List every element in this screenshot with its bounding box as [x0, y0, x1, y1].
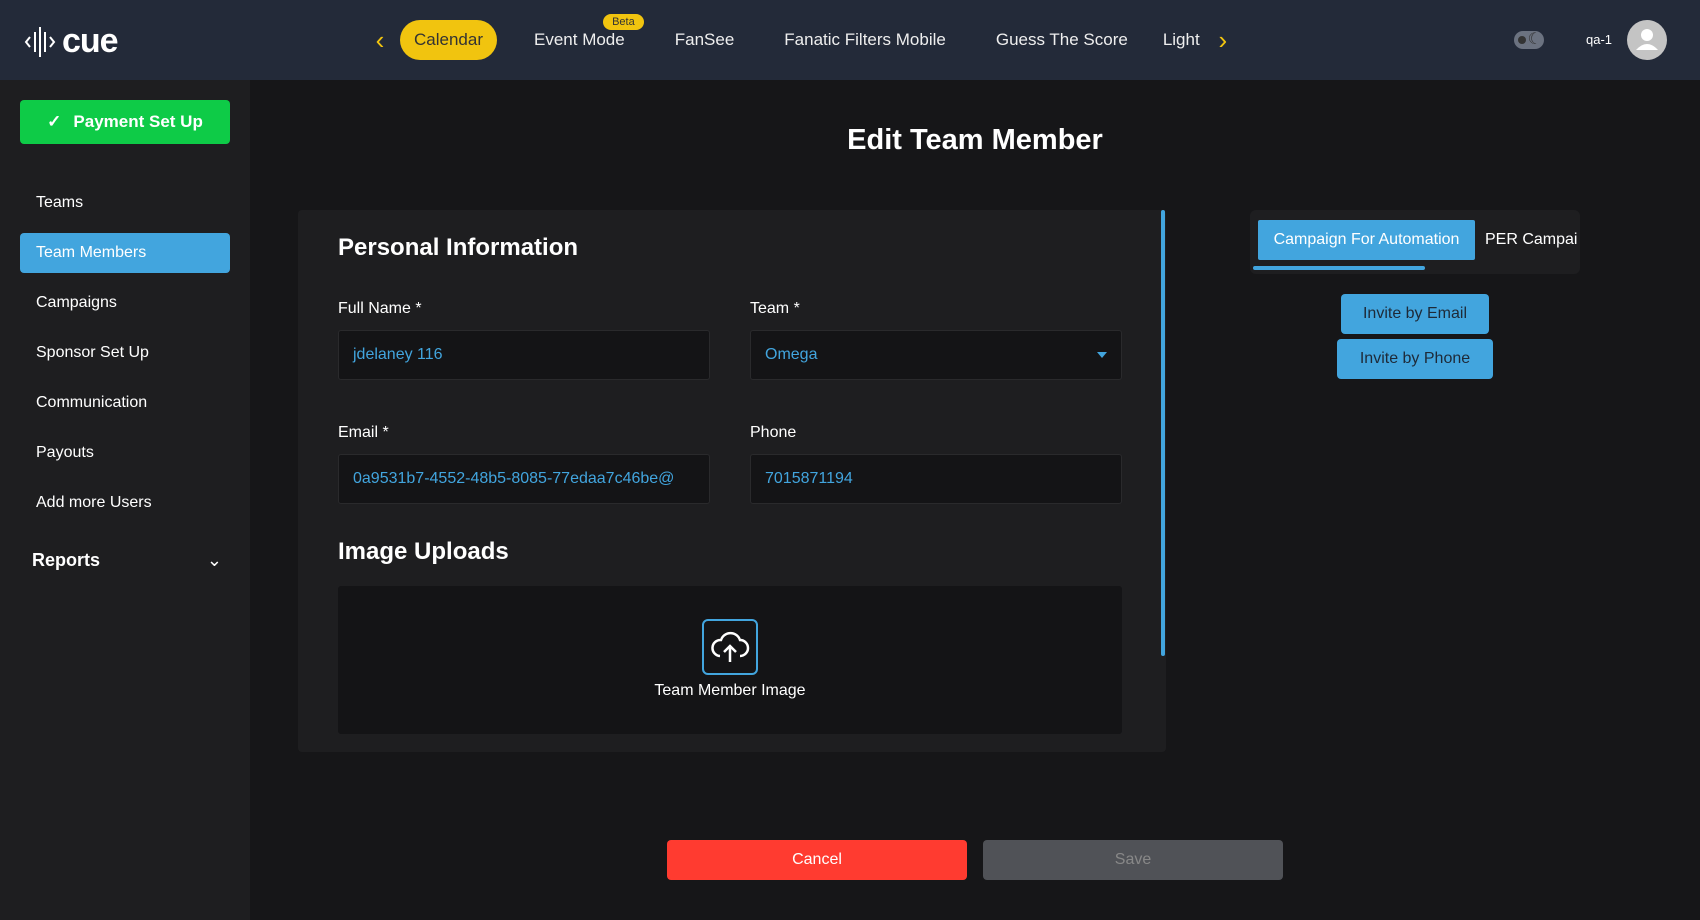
cloud-upload-icon [702, 619, 758, 675]
team-value: Omega [765, 346, 818, 363]
theme-toggle[interactable]: ☾ [1514, 31, 1544, 49]
cue-logo[interactable]: cue [24, 22, 119, 61]
user-icon [1636, 29, 1658, 50]
tab-indicator [1253, 266, 1425, 270]
cancel-button[interactable]: Cancel [667, 840, 967, 880]
tab-guess-the-score[interactable]: Guess The Score [971, 20, 1153, 60]
top-header: cue ‹ Calendar Event Mode Beta FanSee Fan… [0, 0, 1700, 80]
campaign-tabs: Campaign For Automation PER Campai [1250, 210, 1580, 274]
logo-text: cue [62, 22, 119, 60]
avatar[interactable] [1627, 20, 1667, 60]
tab-fansee[interactable]: FanSee [650, 20, 760, 60]
scrollbar[interactable] [1161, 210, 1165, 656]
sidebar-item-team-members[interactable]: Team Members [20, 233, 230, 273]
personal-info-card: Personal Information Full Name * jdelane… [298, 210, 1166, 752]
team-select[interactable]: Omega [750, 330, 1122, 380]
tab-event-mode[interactable]: Event Mode Beta [509, 14, 650, 60]
reports-label: Reports [32, 550, 101, 570]
image-uploads-heading: Image Uploads [338, 538, 509, 565]
personal-info-heading: Personal Information [338, 234, 579, 261]
reports-toggle[interactable]: Reports ⌄ [32, 550, 222, 571]
phone-input[interactable]: 7015871194 [750, 454, 1122, 504]
payment-setup-button[interactable]: ✓ Payment Set Up [20, 100, 230, 144]
waveform-icon [24, 26, 56, 57]
chevron-right-icon[interactable]: › [1203, 25, 1243, 56]
full-name-label: Full Name * [338, 300, 422, 317]
sidebar-item-sponsor-set-up[interactable]: Sponsor Set Up [20, 333, 230, 373]
chevron-left-icon[interactable]: ‹ [360, 25, 400, 56]
invite-by-email-button[interactable]: Invite by Email [1341, 294, 1489, 334]
tab-per-campaign[interactable]: PER Campai [1485, 220, 1577, 260]
chevron-down-icon: ⌄ [206, 550, 222, 570]
email-label: Email * [338, 424, 389, 441]
sidebar-item-campaigns[interactable]: Campaigns [20, 283, 230, 323]
caret-down-icon [1097, 352, 1107, 363]
invite-by-phone-button[interactable]: Invite by Phone [1337, 339, 1493, 379]
tab-light[interactable]: Light [1163, 20, 1203, 60]
nav-tabs: ‹ Calendar Event Mode Beta FanSee Fanatic… [360, 14, 1243, 62]
tab-calendar[interactable]: Calendar [400, 20, 497, 60]
check-icon: ✓ [47, 112, 62, 131]
page-title: Edit Team Member [847, 124, 1103, 156]
sidebar-item-add-more-users[interactable]: Add more Users [20, 483, 230, 523]
email-input[interactable]: 0a9531b7-4552-48b5-8085-77edaa7c46be@ [338, 454, 710, 504]
tab-fanatic-filters-mobile[interactable]: Fanatic Filters Mobile [759, 20, 971, 60]
sidebar-item-payouts[interactable]: Payouts [20, 433, 230, 473]
save-button[interactable]: Save [983, 840, 1283, 880]
moon-icon: ☾ [1527, 31, 1542, 48]
username: qa-1 [1586, 32, 1613, 47]
beta-badge: Beta [603, 14, 644, 30]
team-label: Team * [750, 300, 800, 317]
sidebar: ✓ Payment Set Up Teams Team Members Campa… [0, 80, 250, 920]
phone-label: Phone [750, 424, 797, 441]
image-upload-dropzone[interactable]: Team Member Image [338, 586, 1122, 734]
tab-label: Event Mode [534, 30, 625, 49]
payment-label: Payment Set Up [73, 112, 203, 131]
sidebar-menu: Teams Team Members Campaigns Sponsor Set… [20, 183, 230, 533]
team-member-image-label: Team Member Image [654, 682, 806, 699]
tab-campaign-for-automation[interactable]: Campaign For Automation [1258, 220, 1475, 260]
full-name-input[interactable]: jdelaney 116 [338, 330, 710, 380]
sidebar-item-communication[interactable]: Communication [20, 383, 230, 423]
sidebar-item-teams[interactable]: Teams [20, 183, 230, 223]
